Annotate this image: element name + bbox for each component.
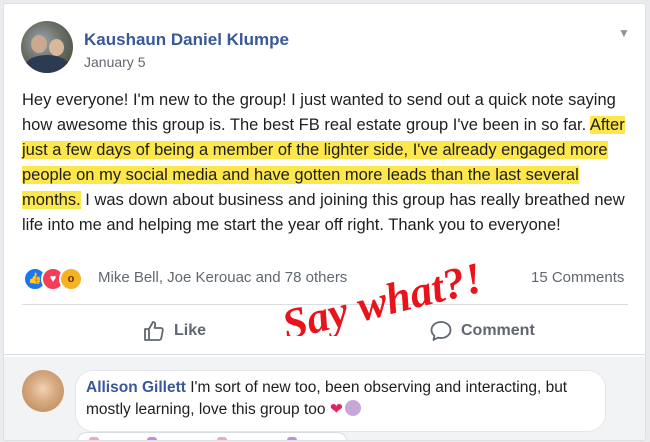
woman-emoji-icon xyxy=(344,400,361,416)
commenter-name[interactable]: Allison Gillett xyxy=(86,379,186,396)
chevron-down-icon[interactable]: ▼ xyxy=(618,26,630,40)
thumbs-up-icon xyxy=(144,321,164,341)
like-label: Like xyxy=(174,322,207,339)
comment-text: Allison Gillett I'm sort of new too, bee… xyxy=(86,377,606,421)
reaction-icons[interactable]: 👍 ♥ o xyxy=(23,267,83,291)
say-what-text: Say what?! xyxy=(277,253,487,336)
sticker-preview[interactable] xyxy=(76,432,348,440)
post-text-before: Hey everyone! I'm new to the group! I ju… xyxy=(22,91,616,134)
post-text: Hey everyone! I'm new to the group! I ju… xyxy=(22,88,634,238)
comments-section: Allison Gillett I'm sort of new too, bee… xyxy=(4,357,645,440)
post-card: Kaushaun Daniel Klumpe January 5 ▼ Hey e… xyxy=(3,3,646,441)
author-name[interactable]: Kaushaun Daniel Klumpe xyxy=(84,30,289,50)
commenter-avatar[interactable] xyxy=(22,370,64,412)
divider xyxy=(4,354,645,355)
say-what-overlay: Say what?! xyxy=(277,253,487,336)
post-date[interactable]: January 5 xyxy=(84,54,145,70)
wow-reaction-icon: o xyxy=(59,267,83,291)
comments-count[interactable]: 15 Comments xyxy=(531,269,624,286)
like-button[interactable]: Like xyxy=(142,318,206,344)
author-avatar[interactable] xyxy=(21,21,73,73)
heart-emoji-icon: ❤ xyxy=(329,401,343,418)
